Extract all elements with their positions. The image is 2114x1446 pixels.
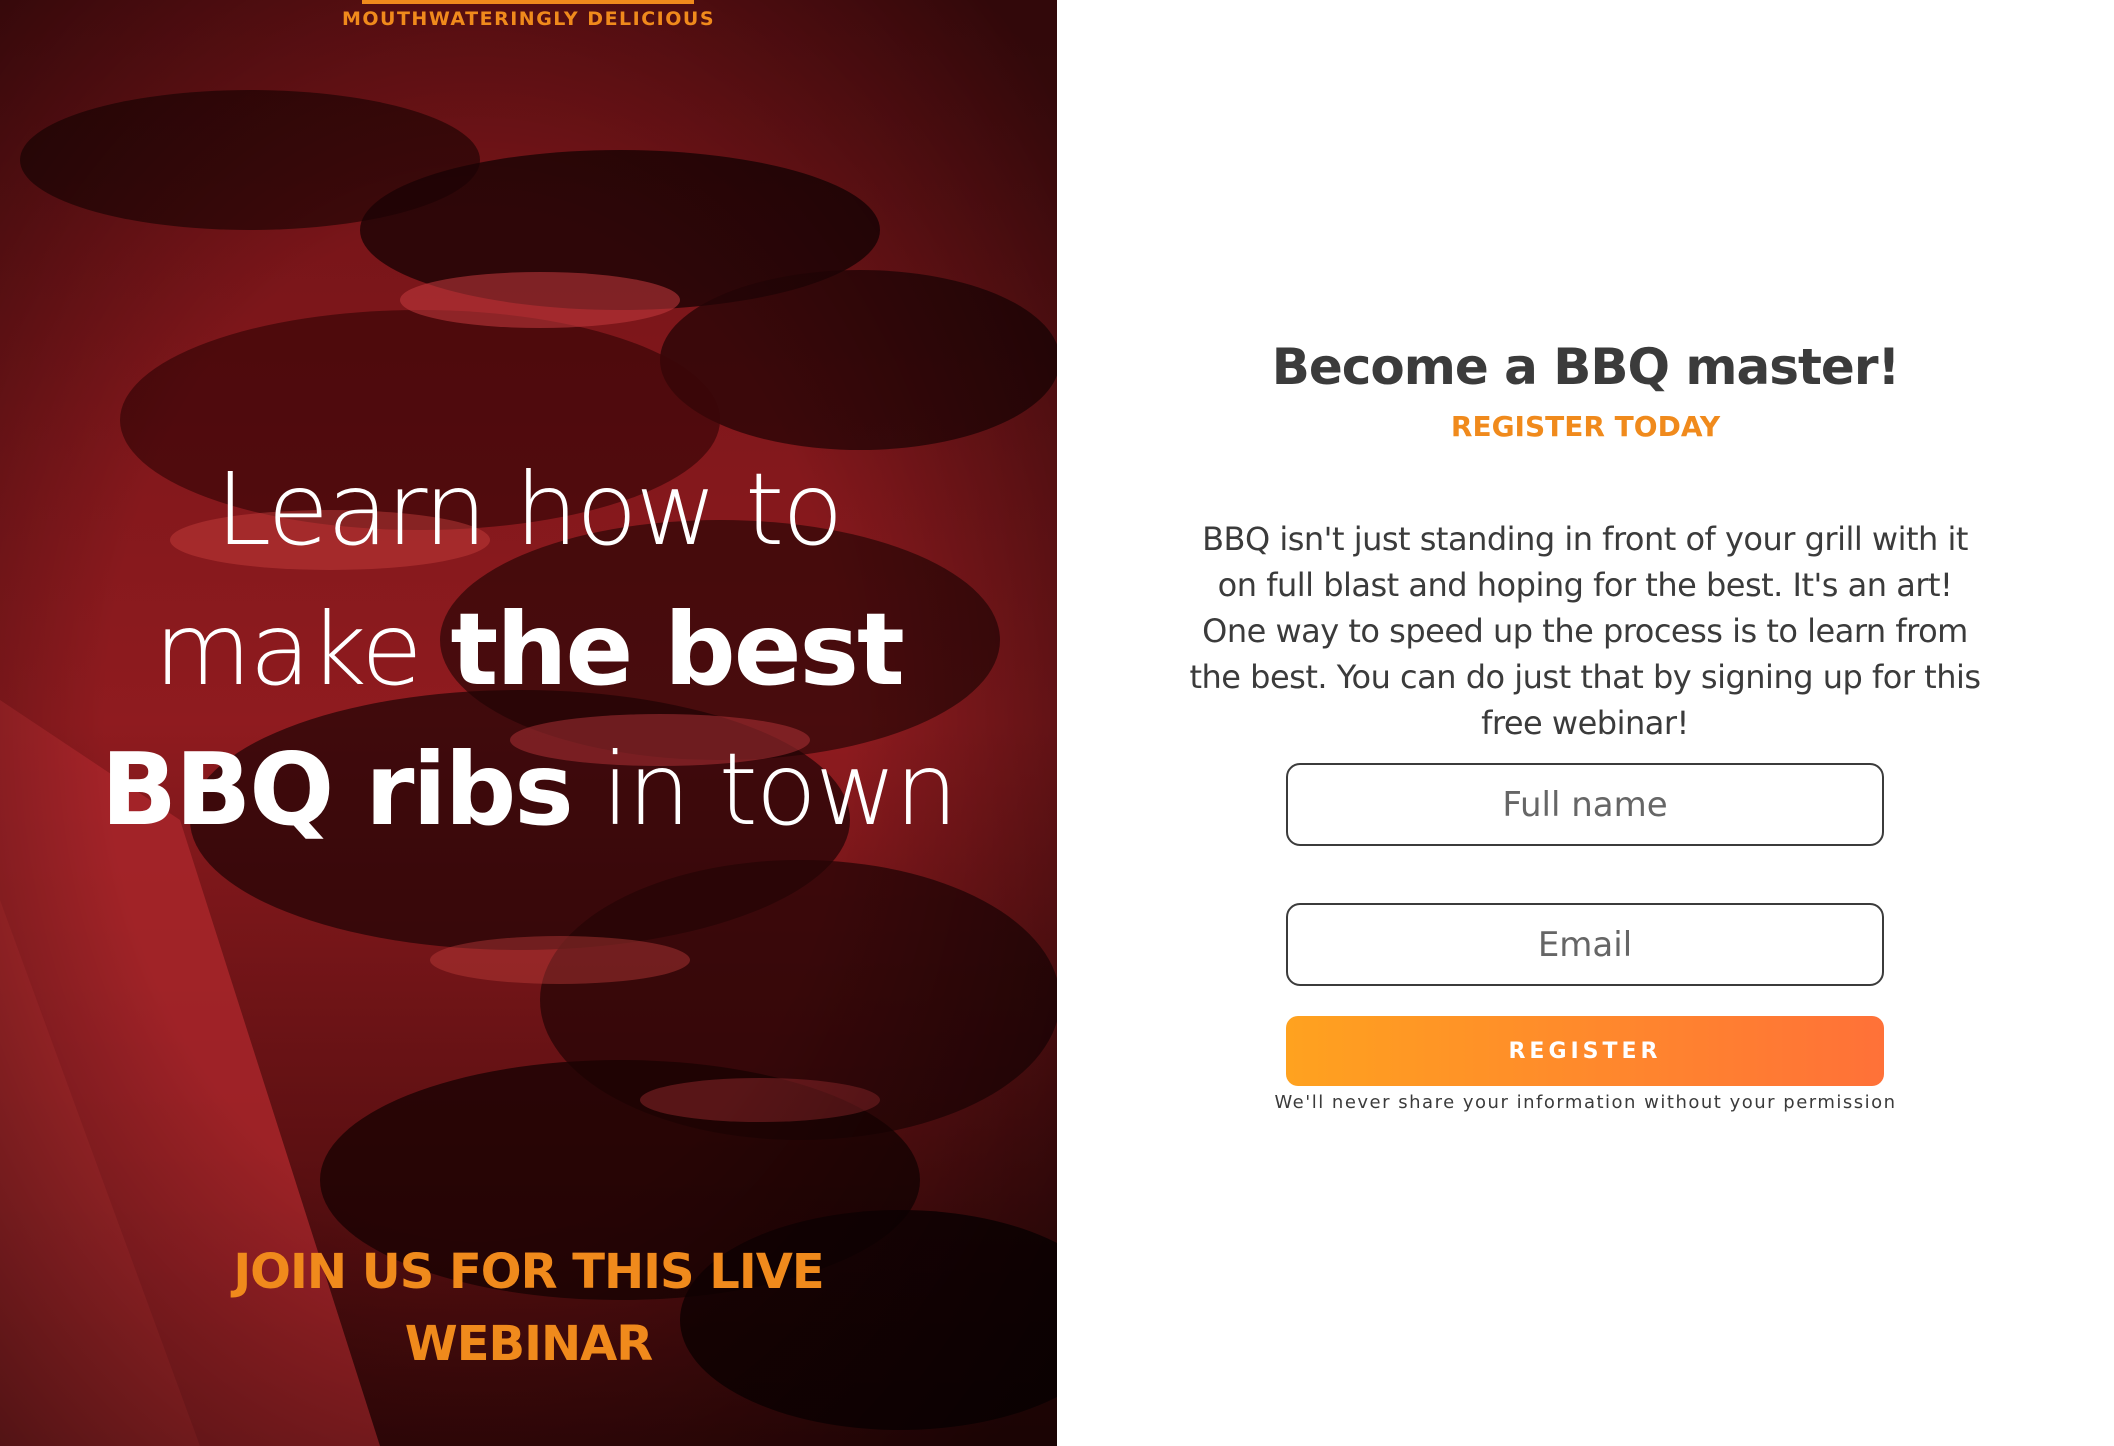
cta-line-2: WEBINAR: [404, 1316, 653, 1372]
hero-panel: MOUTHWATERINGLY DELICIOUS Learn how to m…: [0, 0, 1057, 1446]
headline-line-3-bold: BBQ ribs: [100, 731, 574, 848]
email-field[interactable]: [1286, 903, 1884, 986]
webinar-cta: JOIN US FOR THIS LIVE WEBINAR: [0, 1236, 1057, 1380]
full-name-field[interactable]: [1286, 763, 1884, 846]
register-button[interactable]: REGISTER: [1286, 1016, 1884, 1086]
panel-description: BBQ isn't just standing in front of your…: [1189, 520, 1981, 742]
registration-panel: Become a BBQ master! REGISTER TODAY BBQ …: [1057, 0, 2114, 1446]
privacy-note: We'll never share your information witho…: [1274, 1092, 1897, 1113]
headline-line-2-light: make: [154, 591, 451, 708]
panel-title: Become a BBQ master!: [1271, 338, 1901, 396]
panel-subtitle: REGISTER TODAY: [1450, 410, 1721, 443]
headline-line-1: Learn how to: [215, 451, 844, 568]
brand-accent-bar: [362, 0, 694, 4]
brand-tagline: MOUTHWATERINGLY DELICIOUS: [341, 8, 716, 30]
headline-line-3-light: in town: [571, 731, 959, 848]
cta-line-1: JOIN US FOR THIS LIVE: [233, 1244, 824, 1300]
hero-headline: Learn how to make the best BBQ ribs in t…: [0, 440, 1057, 860]
headline-line-2-bold: the best: [450, 591, 905, 708]
landing-page: MOUTHWATERINGLY DELICIOUS Learn how to m…: [0, 0, 2114, 1446]
